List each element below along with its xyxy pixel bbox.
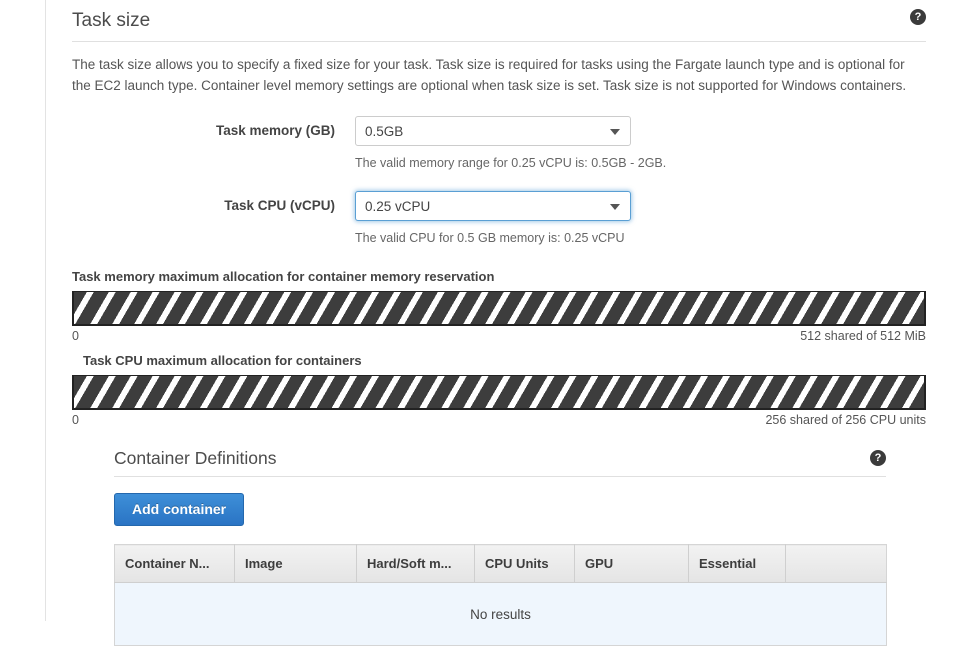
- task-memory-select[interactable]: 0.5GB: [355, 116, 631, 146]
- no-results-message: No results: [114, 582, 887, 646]
- task-size-section-header: Task size ?: [72, 0, 926, 42]
- add-container-button[interactable]: Add container: [114, 493, 245, 526]
- task-definition-page: Task size ? The task size allows you to …: [0, 0, 971, 646]
- task-size-description: The task size allows you to specify a fi…: [72, 57, 907, 93]
- task-memory-allocation-title: Task memory maximum allocation for conta…: [72, 269, 495, 284]
- task-memory-hint: The valid memory range for 0.25 vCPU is:…: [355, 156, 667, 170]
- task-cpu-allocation-bar: [72, 375, 926, 410]
- column-header-image[interactable]: Image: [234, 544, 357, 583]
- container-definitions-section: Container Definitions ? Add container Co…: [114, 446, 887, 646]
- panel-left-divider: [45, 0, 46, 621]
- column-header-container-name[interactable]: Container N...: [114, 544, 235, 583]
- task-memory-allocation-bar: [72, 291, 926, 326]
- container-definitions-title: Container Definitions: [114, 448, 277, 468]
- task-cpu-row: Task CPU (vCPU) 0.25 vCPU The valid CPU …: [72, 191, 926, 246]
- help-circle-icon-container-definitions[interactable]: ?: [870, 450, 886, 466]
- task-cpu-label: Task CPU (vCPU): [224, 198, 335, 213]
- column-header-hard-soft-memory[interactable]: Hard/Soft m...: [356, 544, 475, 583]
- task-memory-row: Task memory (GB) 0.5GB The valid memory …: [72, 116, 926, 171]
- task-memory-value: 0.5GB: [365, 123, 404, 139]
- column-header-actions: [785, 544, 887, 583]
- page-title: Task size: [72, 10, 151, 31]
- column-header-essential[interactable]: Essential: [688, 544, 786, 583]
- task-cpu-axis-max: 256 shared of 256 CPU units: [765, 413, 926, 427]
- table-header-row: Container N... Image Hard/Soft m... CPU …: [114, 544, 887, 583]
- task-cpu-allocation-title: Task CPU maximum allocation for containe…: [83, 353, 362, 368]
- task-memory-allocation-block: Task memory maximum allocation for conta…: [72, 268, 926, 344]
- help-circle-icon-task-size[interactable]: ?: [910, 9, 926, 25]
- chevron-down-icon: [610, 204, 620, 210]
- task-cpu-select[interactable]: 0.25 vCPU: [355, 191, 631, 221]
- subsection-divider: [114, 476, 886, 477]
- task-cpu-value: 0.25 vCPU: [365, 198, 431, 214]
- column-header-cpu-units[interactable]: CPU Units: [474, 544, 575, 583]
- task-cpu-axis-min: 0: [72, 413, 79, 427]
- section-divider: [72, 41, 926, 42]
- task-cpu-hint: The valid CPU for 0.5 GB memory is: 0.25…: [355, 231, 625, 245]
- task-cpu-allocation-block: Task CPU maximum allocation for containe…: [72, 352, 926, 428]
- chevron-down-icon: [610, 129, 620, 135]
- task-memory-axis-max: 512 shared of 512 MiB: [800, 329, 926, 343]
- table-row-empty: No results: [114, 582, 887, 646]
- task-memory-axis-min: 0: [72, 329, 79, 343]
- container-definitions-table: Container N... Image Hard/Soft m... CPU …: [114, 544, 887, 646]
- task-cpu-field: 0.25 vCPU The valid CPU for 0.5 GB memor…: [355, 191, 631, 246]
- column-header-gpu[interactable]: GPU: [574, 544, 689, 583]
- task-memory-label: Task memory (GB): [215, 123, 335, 138]
- task-memory-allocation-axis: 0 512 shared of 512 MiB: [72, 326, 926, 344]
- page-content: Task size ? The task size allows you to …: [72, 0, 926, 646]
- task-memory-field: 0.5GB The valid memory range for 0.25 vC…: [355, 116, 667, 171]
- task-cpu-allocation-axis: 0 256 shared of 256 CPU units: [72, 410, 926, 428]
